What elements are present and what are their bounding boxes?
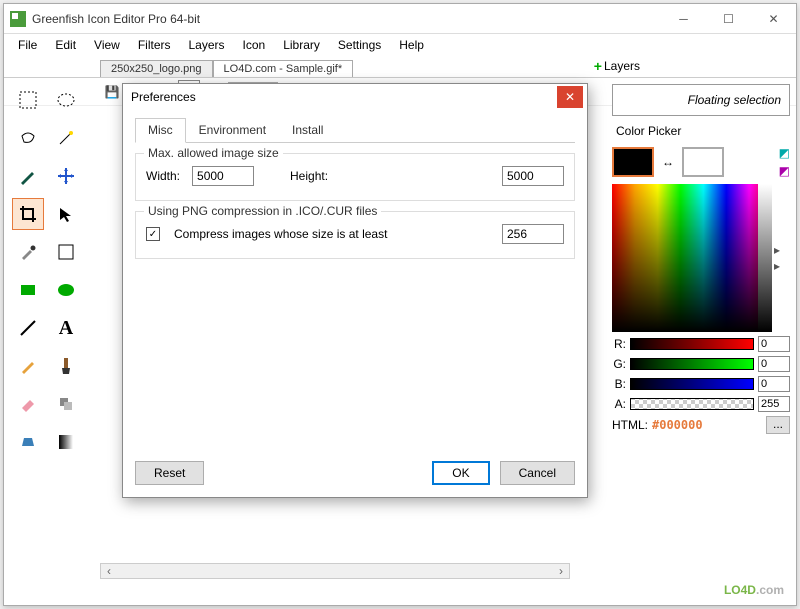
lasso-tool[interactable] — [12, 122, 44, 154]
compress-size-input[interactable]: 256 — [502, 224, 564, 244]
titlebar: Greenfish Icon Editor Pro 64-bit ─ ☐ ✕ — [4, 4, 796, 34]
ok-button[interactable]: OK — [432, 461, 489, 485]
height-label: Height: — [290, 169, 328, 183]
scroll-left-icon[interactable]: ‹ — [101, 564, 117, 578]
menu-library[interactable]: Library — [275, 36, 328, 54]
line-tool[interactable] — [12, 312, 44, 344]
foreground-swatch[interactable] — [612, 147, 654, 177]
swap-colors-icon[interactable]: ↔ — [662, 155, 674, 169]
tab-environment[interactable]: Environment — [186, 118, 279, 142]
menu-view[interactable]: View — [86, 36, 128, 54]
window-title: Greenfish Icon Editor Pro 64-bit — [32, 12, 661, 26]
transparent-icon[interactable]: ◩ — [779, 146, 790, 160]
preferences-dialog: Preferences ✕ Misc Environment Install M… — [122, 83, 588, 498]
r-slider[interactable] — [630, 338, 754, 350]
width-input[interactable]: 5000 — [192, 166, 254, 186]
text-tool[interactable]: A — [50, 312, 82, 344]
tab-misc[interactable]: Misc — [135, 118, 186, 143]
watermark: LO4D.com — [724, 581, 784, 597]
pointer-tool[interactable] — [50, 198, 82, 230]
close-button[interactable]: ✕ — [751, 5, 796, 33]
height-input[interactable]: 5000 — [502, 166, 564, 186]
dialog-close-button[interactable]: ✕ — [557, 86, 583, 108]
scroll-right-icon[interactable]: ▸ — [774, 243, 780, 257]
wand-tool[interactable] — [50, 122, 82, 154]
scroll-right-icon[interactable]: › — [553, 564, 569, 578]
menubar: File Edit View Filters Layers Icon Libra… — [4, 34, 796, 56]
g-input[interactable]: 0 — [758, 356, 790, 372]
gradient-tool[interactable] — [50, 426, 82, 458]
ellipse-select-tool[interactable] — [50, 84, 82, 116]
b-slider[interactable] — [630, 378, 754, 390]
dialog-footer: Reset OK Cancel — [135, 461, 575, 485]
menu-help[interactable]: Help — [391, 36, 432, 54]
more-colors-button[interactable]: ... — [766, 416, 790, 434]
eyedropper-tool[interactable] — [12, 236, 44, 268]
a-input[interactable]: 255 — [758, 396, 790, 412]
app-icon — [10, 11, 26, 27]
document-tab[interactable]: 250x250_logo.png — [100, 60, 213, 77]
pencil-tool[interactable] — [12, 160, 44, 192]
ellipse-tool[interactable] — [50, 274, 82, 306]
color-field[interactable] — [612, 184, 772, 332]
document-tab[interactable]: LO4D.com - Sample.gif* — [213, 60, 354, 77]
horizontal-scrollbar[interactable]: ‹ › — [100, 563, 570, 579]
move-tool[interactable] — [50, 160, 82, 192]
invert-icon[interactable]: ◩ — [779, 164, 790, 178]
tool-palette: A — [8, 80, 92, 462]
background-swatch[interactable] — [682, 147, 724, 177]
brush-tool[interactable] — [50, 350, 82, 382]
rectangle-tool[interactable] — [12, 274, 44, 306]
floating-selection-box: Floating selection — [612, 84, 790, 116]
dialog-tabs: Misc Environment Install — [135, 118, 575, 143]
layers-panel-button[interactable]: + Layers — [594, 58, 640, 74]
menu-icon[interactable]: Icon — [235, 36, 274, 54]
layers-label: Layers — [604, 59, 640, 73]
frame-tool[interactable] — [50, 236, 82, 268]
document-tabbar: 250x250_logo.png LO4D.com - Sample.gif* … — [4, 56, 796, 78]
r-input[interactable]: 0 — [758, 336, 790, 352]
menu-filters[interactable]: Filters — [130, 36, 179, 54]
b-label: B: — [612, 377, 626, 391]
rect-select-tool[interactable] — [12, 84, 44, 116]
menu-file[interactable]: File — [10, 36, 45, 54]
group-legend: Using PNG compression in .ICO/.CUR files — [144, 204, 381, 218]
png-compression-group: Using PNG compression in .ICO/.CUR files… — [135, 211, 575, 259]
compress-label: Compress images whose size is at least — [174, 227, 387, 241]
menu-settings[interactable]: Settings — [330, 36, 389, 54]
bucket-tool[interactable] — [12, 426, 44, 458]
max-image-size-group: Max. allowed image size Width: 5000 Heig… — [135, 153, 575, 201]
plus-icon: + — [594, 58, 602, 74]
minimize-button[interactable]: ─ — [661, 5, 706, 33]
save-icon[interactable]: 💾 — [100, 80, 124, 104]
r-label: R: — [612, 337, 626, 351]
scroll-right-icon[interactable]: ▸ — [774, 259, 780, 273]
html-color-value[interactable]: #000000 — [652, 418, 703, 432]
dialog-titlebar: Preferences ✕ — [123, 84, 587, 110]
color-picker-label: Color Picker — [612, 122, 790, 140]
gray-strip[interactable] — [758, 184, 772, 332]
g-slider[interactable] — [630, 358, 754, 370]
maximize-button[interactable]: ☐ — [706, 5, 751, 33]
dialog-title: Preferences — [131, 90, 557, 104]
menu-edit[interactable]: Edit — [47, 36, 84, 54]
group-legend: Max. allowed image size — [144, 146, 283, 160]
compress-checkbox[interactable]: ✓ — [146, 227, 160, 241]
a-slider[interactable] — [630, 398, 754, 410]
right-panel: Floating selection Color Picker ↔ ◩ ◩ ▸ … — [612, 84, 790, 434]
html-label: HTML: — [612, 418, 648, 432]
eraser-tool[interactable] — [12, 388, 44, 420]
g-label: G: — [612, 357, 626, 371]
b-input[interactable]: 0 — [758, 376, 790, 392]
reset-button[interactable]: Reset — [135, 461, 204, 485]
a-label: A: — [612, 397, 626, 411]
crop-tool[interactable] — [12, 198, 44, 230]
menu-layers[interactable]: Layers — [181, 36, 233, 54]
draw-pencil-tool[interactable] — [12, 350, 44, 382]
tab-install[interactable]: Install — [279, 118, 336, 142]
cancel-button[interactable]: Cancel — [500, 461, 575, 485]
width-label: Width: — [146, 169, 180, 183]
clone-tool[interactable] — [50, 388, 82, 420]
